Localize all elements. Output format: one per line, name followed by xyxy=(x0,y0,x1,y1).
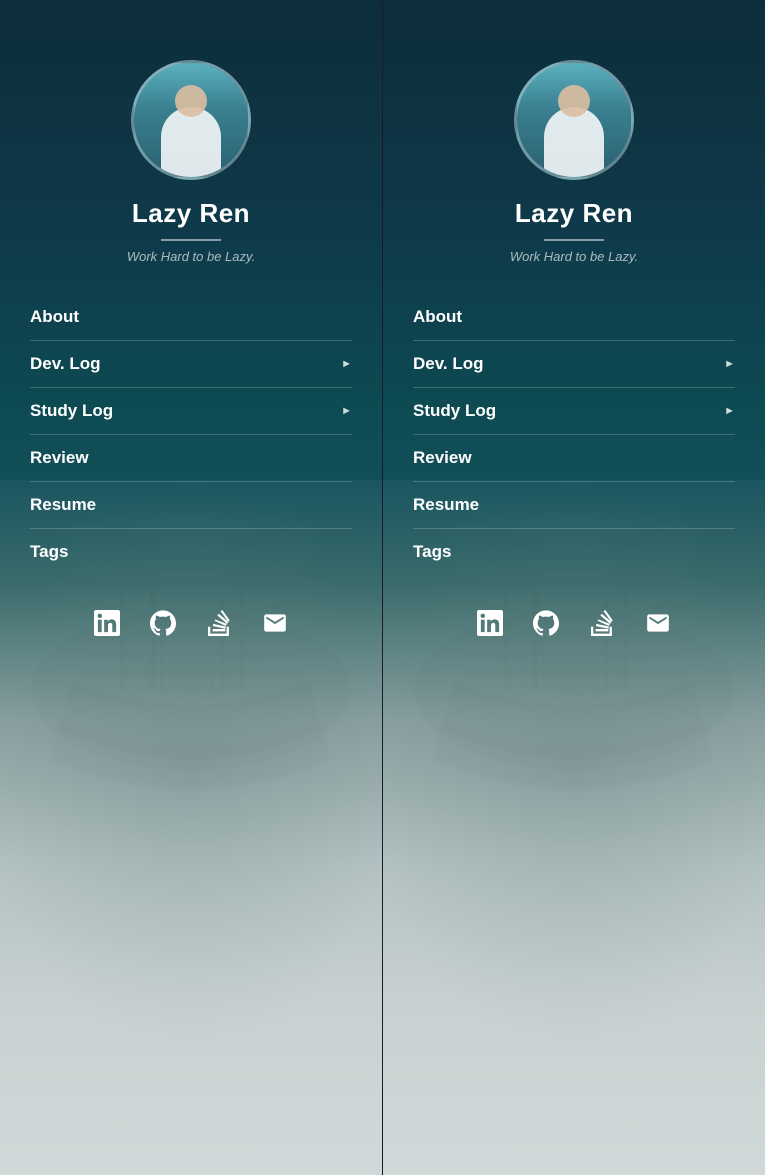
nav-arrow-studylog-right: ► xyxy=(724,405,735,417)
panel-right-content: Lazy Ren Work Hard to be Lazy. About Dev… xyxy=(383,0,765,661)
nav-item-studylog-right[interactable]: Study Log ► xyxy=(413,388,735,435)
stackoverflow-icon[interactable] xyxy=(201,605,237,641)
nav-item-studylog[interactable]: Study Log ► xyxy=(30,388,352,435)
social-icons-left xyxy=(89,605,293,661)
nav-arrow-studylog: ► xyxy=(341,405,352,417)
nav-arrow-devlog-right: ► xyxy=(724,358,735,370)
nav-item-about[interactable]: About xyxy=(30,294,352,341)
nav-item-tags-right[interactable]: Tags xyxy=(413,529,735,575)
email-icon[interactable] xyxy=(257,605,293,641)
avatar xyxy=(131,60,251,180)
nav-item-devlog[interactable]: Dev. Log ► xyxy=(30,341,352,388)
github-icon[interactable] xyxy=(145,605,181,641)
nav-arrow-devlog: ► xyxy=(341,358,352,370)
avatar-right xyxy=(514,60,634,180)
profile-name: Lazy Ren xyxy=(132,198,250,229)
email-icon-right[interactable] xyxy=(640,605,676,641)
nav-item-tags[interactable]: Tags xyxy=(30,529,352,575)
profile-tagline-right: Work Hard to be Lazy. xyxy=(510,249,638,264)
nav-item-about-right[interactable]: About xyxy=(413,294,735,341)
sidebar-panel-left: Lazy Ren Work Hard to be Lazy. About Dev… xyxy=(0,0,382,1175)
nav-menu-right: About Dev. Log ► Study Log ► Review Resu… xyxy=(383,294,765,575)
name-divider xyxy=(161,239,221,241)
linkedin-icon-right[interactable] xyxy=(472,605,508,641)
profile-tagline: Work Hard to be Lazy. xyxy=(127,249,255,264)
linkedin-icon[interactable] xyxy=(89,605,125,641)
nav-item-review[interactable]: Review xyxy=(30,435,352,482)
nav-item-review-right[interactable]: Review xyxy=(413,435,735,482)
sidebar-panel-right: Lazy Ren Work Hard to be Lazy. About Dev… xyxy=(383,0,765,1175)
github-icon-right[interactable] xyxy=(528,605,564,641)
stackoverflow-icon-right[interactable] xyxy=(584,605,620,641)
social-icons-right xyxy=(472,605,676,661)
name-divider-right xyxy=(544,239,604,241)
nav-item-devlog-right[interactable]: Dev. Log ► xyxy=(413,341,735,388)
profile-name-right: Lazy Ren xyxy=(515,198,633,229)
nav-menu-left: About Dev. Log ► Study Log ► Review Resu… xyxy=(0,294,382,575)
nav-item-resume[interactable]: Resume xyxy=(30,482,352,529)
nav-item-resume-right[interactable]: Resume xyxy=(413,482,735,529)
panel-left-content: Lazy Ren Work Hard to be Lazy. About Dev… xyxy=(0,0,382,661)
